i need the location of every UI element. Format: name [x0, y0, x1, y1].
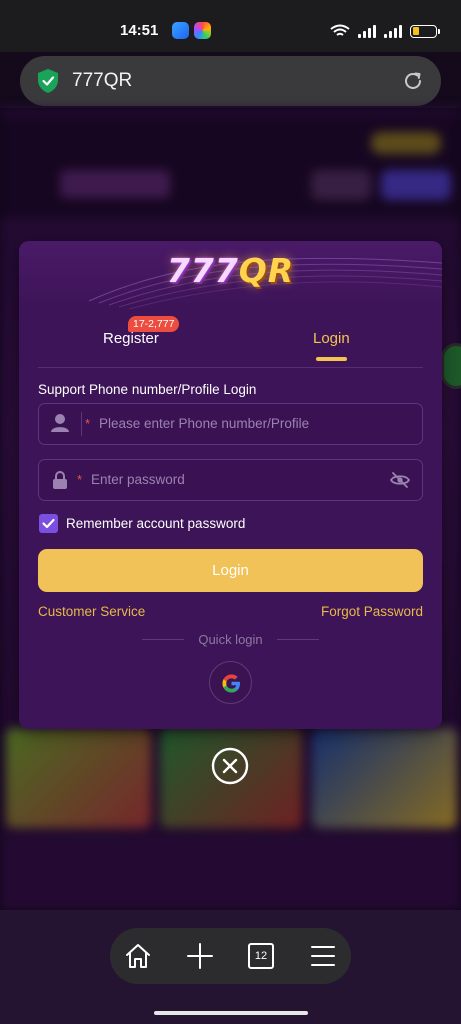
address-bar[interactable]: 777QR [20, 56, 441, 106]
side-float-button[interactable] [441, 343, 461, 389]
remember-checkbox[interactable] [39, 514, 58, 533]
tabs-icon[interactable]: 12 [246, 941, 276, 971]
close-modal-icon[interactable] [211, 747, 249, 785]
home-icon[interactable] [123, 941, 153, 971]
google-login-button[interactable] [209, 661, 252, 704]
blue-app-icon [172, 22, 189, 39]
form-label: Support Phone number/Profile Login [38, 382, 257, 397]
phone-field[interactable]: * Please enter Phone number/Profile [38, 403, 423, 445]
wifi-icon [330, 24, 350, 36]
tab-divider [38, 367, 423, 368]
status-indicators [330, 21, 440, 41]
field-separator [81, 412, 82, 436]
battery-icon [410, 24, 440, 38]
remember-label[interactable]: Remember account password [66, 516, 245, 531]
url-text[interactable]: 777QR [72, 70, 132, 92]
quick-login-line-right [277, 639, 319, 640]
login-button[interactable]: Login [38, 549, 423, 592]
modal-banner: 777QR [19, 241, 442, 309]
required-mark: * [85, 416, 91, 431]
tab-login[interactable]: Login [313, 330, 350, 347]
customer-service-link[interactable]: Customer Service [38, 604, 145, 619]
google-icon [222, 674, 240, 693]
tab-count: 12 [248, 943, 274, 969]
browser-nav-bar: 12 [110, 928, 351, 984]
signal-icon-2 [384, 24, 402, 38]
signal-icon [358, 24, 376, 38]
login-modal: 777QR 17-2,777 Register Login Support Ph… [19, 241, 442, 729]
logo-number: 777 [166, 251, 239, 290]
reload-icon[interactable] [401, 69, 425, 93]
battery-level [412, 27, 419, 35]
shield-check-icon [38, 69, 58, 93]
multicolor-app-icon [194, 22, 211, 39]
eye-off-icon[interactable] [390, 471, 410, 489]
status-bar: 14:51 [0, 0, 461, 52]
password-field[interactable]: * Enter password [38, 459, 423, 501]
brand-logo: 777QR [19, 251, 442, 290]
password-placeholder[interactable]: Enter password [91, 472, 185, 487]
gesture-bar[interactable] [154, 1011, 308, 1015]
tab-register[interactable]: Register [103, 330, 159, 347]
required-mark: * [77, 472, 83, 487]
status-time: 14:51 [120, 22, 159, 39]
forgot-password-link[interactable]: Forgot Password [321, 604, 423, 619]
check-icon [42, 518, 55, 529]
logo-accent: QR [238, 251, 295, 290]
user-icon [51, 414, 69, 432]
lock-icon [53, 471, 67, 489]
active-tab-indicator [316, 357, 347, 361]
menu-icon[interactable] [308, 941, 338, 971]
quick-login-label: Quick login [198, 632, 263, 647]
phone-placeholder[interactable]: Please enter Phone number/Profile [99, 416, 309, 431]
field-icon-box [39, 404, 81, 444]
plus-icon[interactable] [185, 941, 215, 971]
